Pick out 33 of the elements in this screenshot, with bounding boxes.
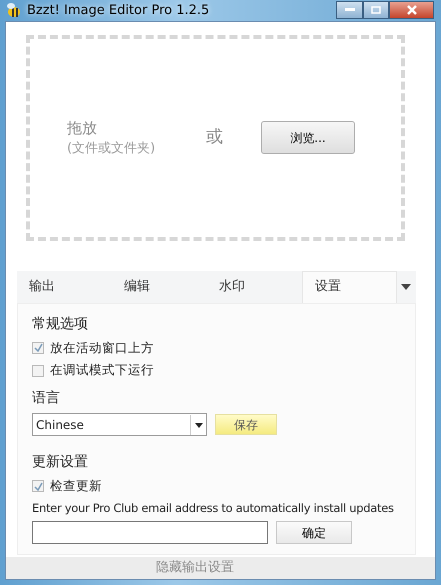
- tab[interactable]: 输出: [17, 270, 112, 302]
- confirm-button[interactable]: 确定: [276, 521, 352, 544]
- checkbox[interactable]: [32, 342, 44, 354]
- bee-icon: [5, 2, 23, 18]
- tab[interactable]: 编辑: [112, 270, 207, 302]
- section-heading: 语言: [32, 389, 61, 408]
- close-icon: [406, 5, 418, 16]
- maximize-icon: [371, 6, 381, 14]
- email-field[interactable]: [32, 521, 268, 544]
- email-hint: Enter your Pro Club email address to automatically install updates: [32, 500, 395, 517]
- minimize-icon: [344, 8, 354, 12]
- language-dropdown[interactable]: Chinese: [32, 413, 207, 436]
- section-heading: 更新设置: [32, 453, 89, 472]
- checkbox-label: 在调试模式下运行: [50, 361, 154, 380]
- browse-button[interactable]: 浏览...: [261, 121, 355, 154]
- window-title: Bzzt! Image Editor Pro 1.2.5: [27, 2, 210, 20]
- tab[interactable]: 设置: [302, 270, 397, 302]
- maximize-button[interactable]: [363, 1, 389, 20]
- minimize-button[interactable]: [336, 1, 363, 20]
- checkbox-label: 放在活动窗口上方: [50, 338, 154, 356]
- or-label: 或: [206, 126, 223, 149]
- checkbox-label: 检查更新: [50, 477, 102, 495]
- drop-hint: (文件或文件夹): [67, 140, 156, 158]
- drop-label: 拖放: [67, 118, 98, 138]
- checkbox[interactable]: [32, 480, 44, 492]
- save-button[interactable]: 保存: [215, 414, 277, 435]
- close-button[interactable]: [389, 1, 434, 20]
- checkbox[interactable]: [32, 364, 44, 377]
- drop-zone[interactable]: 拖放 (文件或文件夹) 或 浏览...: [26, 34, 405, 240]
- caret-icon: [190, 414, 206, 434]
- section-heading: 常规选项: [32, 314, 89, 334]
- dropdown-arrow-icon[interactable]: [400, 282, 412, 290]
- tab[interactable]: 水印: [207, 270, 302, 302]
